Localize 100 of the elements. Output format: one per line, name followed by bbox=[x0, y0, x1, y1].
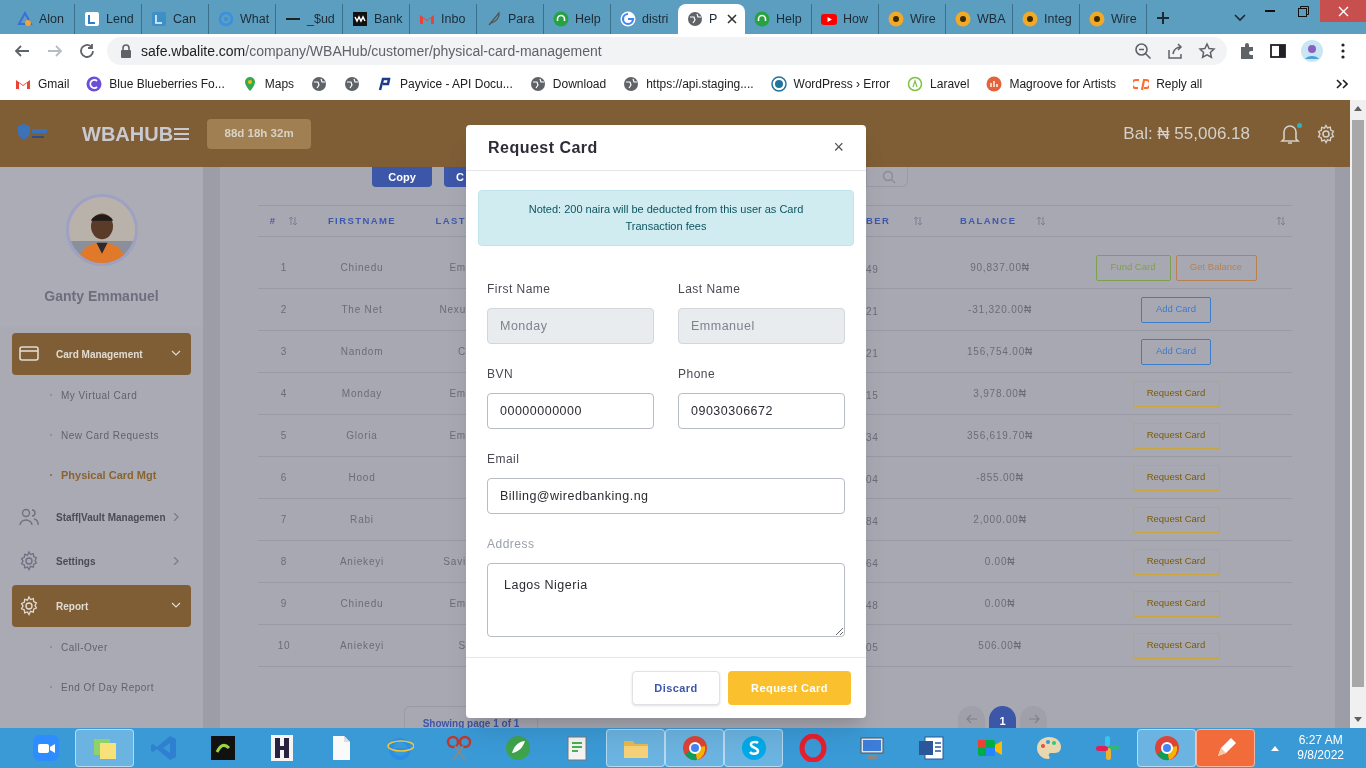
bookmark-link[interactable]: Gmail bbox=[15, 75, 70, 93]
restore-icon bbox=[1298, 5, 1309, 17]
bookmark-link[interactable]: Download bbox=[529, 75, 607, 93]
bell-icon bbox=[1280, 122, 1300, 145]
clock[interactable]: 6:27 AM 9/8/2022 bbox=[1297, 733, 1344, 763]
avatar-icon[interactable] bbox=[1301, 40, 1323, 62]
document-icon bbox=[916, 734, 945, 762]
request-card-button[interactable]: Request Card bbox=[1132, 590, 1220, 617]
sidebar-subitem[interactable]: Call-Over bbox=[61, 639, 108, 655]
close-icon bbox=[1337, 5, 1349, 17]
table-cell-text: Chinedu bbox=[340, 261, 384, 275]
request-card-button[interactable]: Request Card bbox=[1132, 632, 1220, 659]
column-header[interactable]: # bbox=[269, 213, 277, 229]
globe-icon bbox=[687, 11, 703, 27]
scrollbar[interactable] bbox=[1350, 100, 1366, 728]
circle-icon bbox=[907, 76, 924, 92]
column-header[interactable]: FIRSTNAME bbox=[327, 213, 397, 229]
dash-icon bbox=[286, 18, 300, 20]
request-card-button[interactable]: Request Card bbox=[1132, 506, 1220, 533]
close-icon[interactable] bbox=[727, 14, 737, 24]
table-cell-text: Em bbox=[449, 387, 466, 401]
bookmark-link[interactable]: Maps bbox=[241, 75, 295, 93]
chevron-down-icon bbox=[171, 350, 181, 358]
address-bar[interactable]: safe.wbalite.com/company/WBAHub/customer/physical-card-management bbox=[107, 37, 1227, 65]
sidebar-subitem[interactable]: End Of Day Report bbox=[61, 679, 154, 695]
table-cell-text: Hood bbox=[348, 471, 376, 485]
sidebar-subitem[interactable]: New Card Requests bbox=[61, 427, 159, 443]
table-cell-text: 356,619.70₦ bbox=[966, 429, 1034, 443]
table-cell-text: Chinedu bbox=[340, 597, 384, 611]
copy-button[interactable]: Copy bbox=[372, 167, 432, 187]
browser-tab[interactable]: distri bbox=[611, 4, 678, 34]
sort-icon bbox=[1276, 216, 1286, 226]
table-cell-text: Em bbox=[449, 597, 466, 611]
request-card-button[interactable]: Request Card bbox=[1132, 380, 1220, 407]
table-cell-text: 8 bbox=[280, 555, 288, 569]
table-cell-text: The Net bbox=[341, 303, 383, 317]
bookmark-link[interactable]: Reply all bbox=[1133, 75, 1203, 93]
address-field[interactable]: Lagos Nigeria bbox=[487, 563, 845, 637]
menu-icon[interactable] bbox=[174, 127, 190, 140]
browser-tab[interactable]: P bbox=[678, 4, 745, 34]
show-hidden-icon[interactable] bbox=[1271, 745, 1280, 751]
input-field[interactable]: 09030306672 bbox=[678, 393, 845, 429]
column-header[interactable]: LAST bbox=[435, 213, 466, 229]
countdown-badge: 88d 18h 32m bbox=[207, 118, 312, 149]
circle-icon bbox=[1022, 11, 1038, 27]
column-header[interactable]: BER bbox=[866, 213, 891, 229]
table-cell-text: 1 bbox=[280, 261, 288, 275]
table-cell-text: 5 bbox=[280, 429, 288, 443]
sidebar-item[interactable]: Staff|Vault Managemen bbox=[12, 495, 191, 539]
bookmark-link[interactable] bbox=[344, 76, 361, 92]
sidebar-item[interactable]: Card Management bbox=[12, 333, 191, 375]
plus-icon[interactable] bbox=[1156, 11, 1170, 25]
chevrons-right-icon[interactable] bbox=[1336, 79, 1348, 89]
sidebar-item[interactable]: Settings bbox=[12, 539, 191, 583]
bookmark-link[interactable]: Payvice - API Docu... bbox=[377, 75, 513, 93]
sort-icon bbox=[913, 216, 924, 226]
gear-icon bbox=[18, 550, 40, 572]
share-icon[interactable] bbox=[1166, 42, 1184, 60]
bookmark-link[interactable]: WordPress › Error bbox=[770, 75, 891, 93]
headset-icon bbox=[553, 11, 569, 27]
reload-icon[interactable] bbox=[78, 42, 96, 60]
table-cell-text: 4 bbox=[280, 387, 288, 401]
circle-icon bbox=[770, 76, 787, 92]
discard-button[interactable]: Discard bbox=[632, 671, 720, 705]
table-cell: 05 bbox=[866, 641, 879, 653]
bookmark-link[interactable]: Blue Blueberries Fo... bbox=[86, 75, 225, 93]
close-button[interactable]: × bbox=[833, 134, 844, 161]
input-field[interactable]: 00000000000 bbox=[487, 393, 654, 429]
star-icon[interactable] bbox=[1198, 42, 1216, 60]
table-cell-text: C bbox=[457, 345, 466, 359]
chevron-down-icon bbox=[171, 602, 181, 610]
puzzle-icon[interactable] bbox=[1238, 42, 1256, 60]
bookmark-link[interactable]: Magroove for Artists bbox=[986, 75, 1117, 93]
bookmark-link[interactable] bbox=[311, 76, 328, 92]
chevron-down-icon[interactable] bbox=[1234, 14, 1246, 22]
table-cell-text: Monday bbox=[341, 387, 383, 401]
side-panel-icon[interactable] bbox=[1269, 42, 1287, 60]
table-cell-text: Aniekeyi bbox=[339, 555, 385, 569]
table-cell-text: Rabi bbox=[350, 513, 374, 527]
zoom-out-icon[interactable] bbox=[1134, 42, 1152, 60]
export-button[interactable]: C bbox=[444, 167, 466, 187]
request-card-button[interactable]: Request Card bbox=[1132, 464, 1220, 491]
camera-icon bbox=[31, 734, 60, 762]
table-cell-text: 506.00₦ bbox=[978, 639, 1022, 653]
bookmark-link[interactable]: https://api.staging.... bbox=[623, 75, 754, 93]
request-card-button[interactable]: Request Card bbox=[1132, 548, 1220, 575]
page-button[interactable]: 1 bbox=[989, 706, 1016, 728]
bookmark-link[interactable]: Laravel bbox=[907, 75, 970, 93]
sidebar-subitem[interactable]: My Virtual Card bbox=[61, 387, 138, 403]
table-cell-text: -31,320.00₦ bbox=[968, 303, 1032, 317]
settings-icon[interactable] bbox=[1316, 123, 1336, 144]
request-card-button[interactable]: Request Card bbox=[1132, 422, 1220, 449]
triangle-icon bbox=[17, 11, 33, 27]
info-alert: Noted: 200 naira will be deducted from this user as Card Transaction fees bbox=[478, 190, 854, 246]
table-cell: 49 bbox=[866, 263, 879, 275]
close-button[interactable] bbox=[1320, 0, 1366, 22]
notifications-button[interactable] bbox=[1280, 122, 1302, 145]
column-header[interactable]: BALANCE bbox=[960, 213, 1017, 229]
input-field[interactable]: Billing@wiredbanking.ng bbox=[487, 478, 845, 514]
sidebar-item[interactable]: Report bbox=[12, 585, 191, 627]
